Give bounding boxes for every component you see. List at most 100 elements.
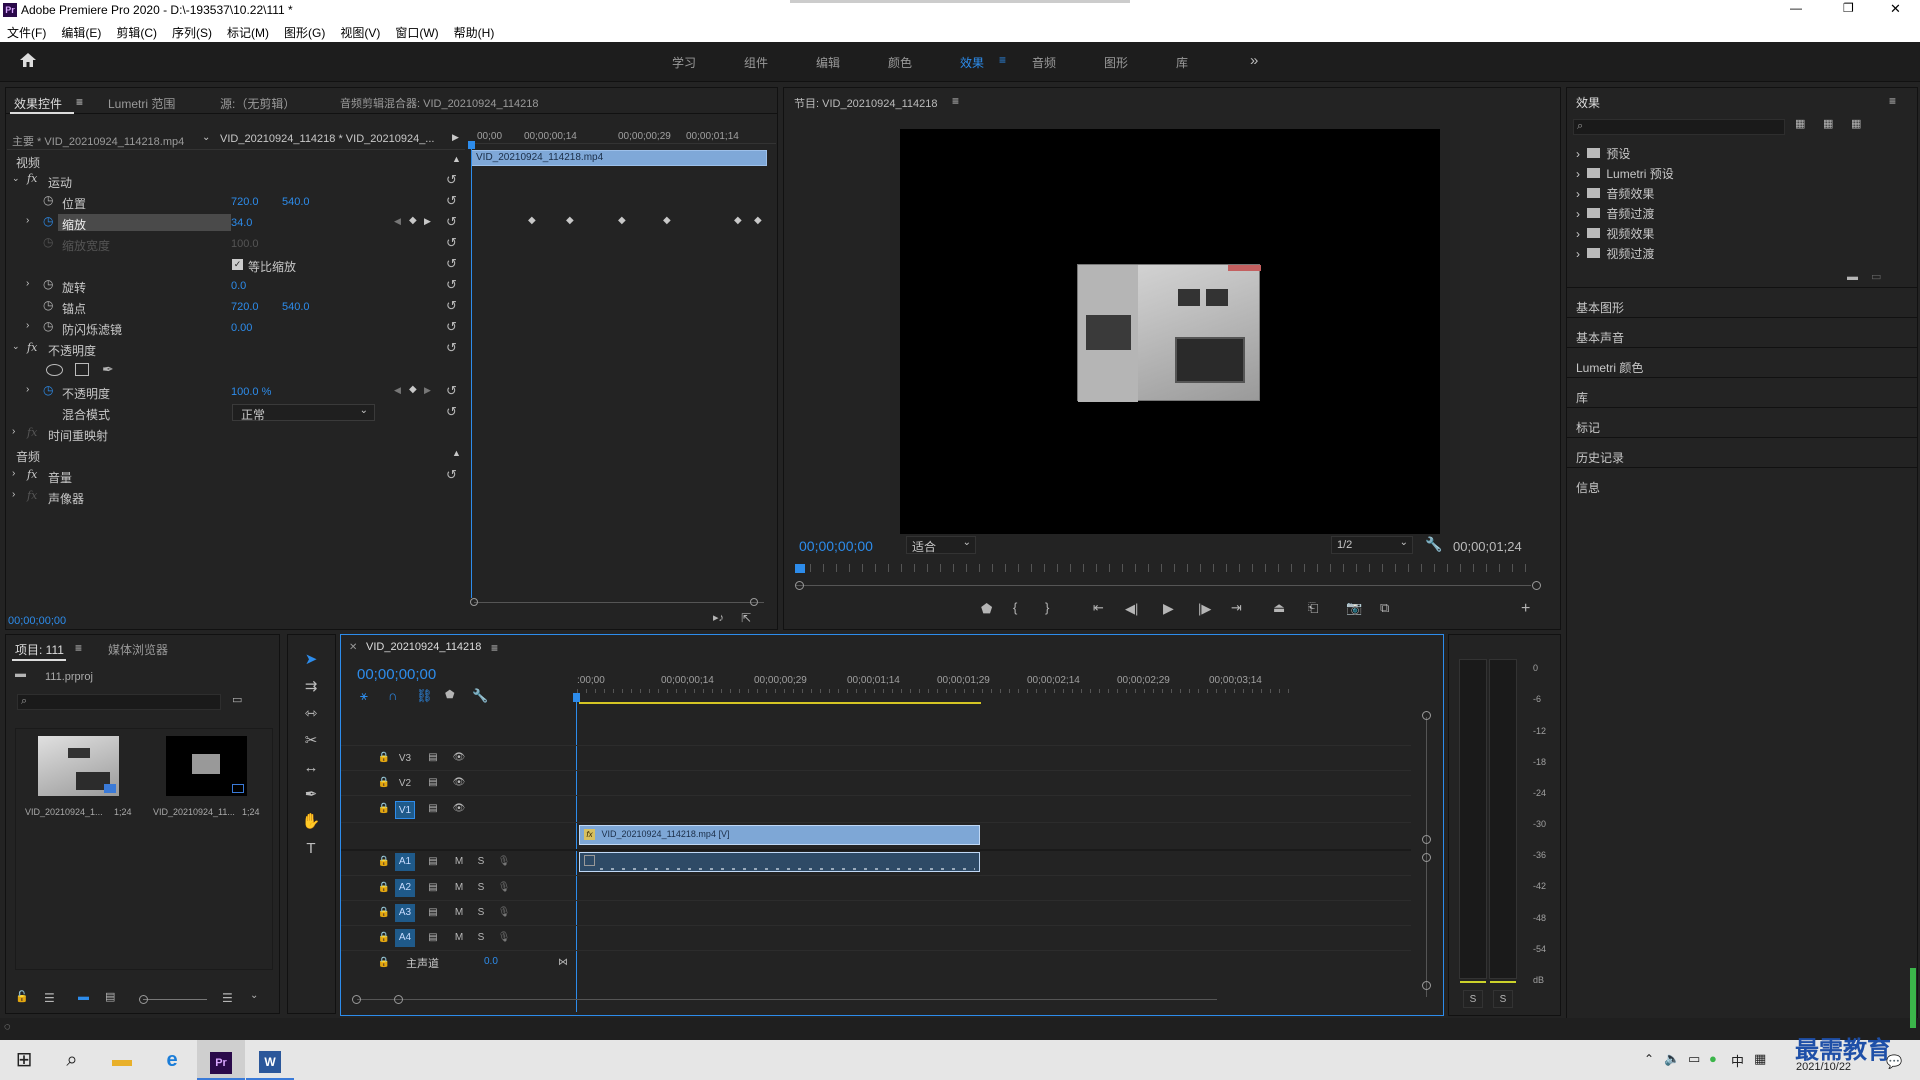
- collapse-icon[interactable]: ▲: [452, 154, 461, 164]
- add-button-icon[interactable]: +: [1521, 601, 1530, 617]
- panel-menu-icon[interactable]: ≡: [952, 94, 959, 108]
- yuv-effects-icon[interactable]: ▦: [1851, 119, 1861, 130]
- pen-tool-icon[interactable]: ✒: [297, 784, 325, 806]
- tree-item-lumetri-presets[interactable]: › Lumetri 预设: [1576, 165, 1674, 182]
- scroll-handle-left[interactable]: [470, 598, 478, 606]
- track-label-a2[interactable]: A2: [395, 879, 415, 897]
- home-icon[interactable]: [18, 51, 38, 69]
- panel-menu-icon[interactable]: ≡: [75, 641, 82, 655]
- menu-sequence[interactable]: 序列(S): [165, 22, 220, 41]
- tree-item-audio-transitions[interactable]: › 音频过渡: [1576, 205, 1654, 222]
- add-keyframe-icon[interactable]: ◆: [409, 215, 417, 226]
- 32bit-effects-icon[interactable]: ▦: [1823, 119, 1833, 130]
- chevron-right-icon[interactable]: ›: [12, 489, 15, 500]
- scroll-handle-bottom[interactable]: [1422, 981, 1431, 990]
- sequence-clip-label[interactable]: VID_20210924_114218 * VID_20210924_...: [220, 133, 434, 145]
- track-label-a4[interactable]: A4: [395, 929, 415, 947]
- chevron-down-icon[interactable]: ⌄: [202, 132, 210, 143]
- scroll-handle-right[interactable]: [1532, 581, 1541, 590]
- scale-value[interactable]: 34.0: [231, 217, 252, 229]
- anchor-x-value[interactable]: 720.0: [231, 301, 259, 313]
- video-clip-v1[interactable]: fx VID_20210924_114218.mp4 [V]: [579, 825, 980, 845]
- keyframe[interactable]: ◆: [566, 215, 574, 226]
- solo-button[interactable]: S: [471, 853, 491, 871]
- slip-tool-icon[interactable]: ↔: [297, 757, 325, 779]
- mic-icon[interactable]: 🎙: [494, 904, 514, 922]
- close-icon[interactable]: ✕: [349, 642, 357, 653]
- flicker-value[interactable]: 0.00: [231, 322, 252, 334]
- scroll-handle-top[interactable]: [1422, 711, 1431, 720]
- position-x-value[interactable]: 720.0: [231, 196, 259, 208]
- sync-lock-icon[interactable]: ▤: [423, 749, 443, 767]
- resolution-select[interactable]: 1/2 ⌄: [1331, 536, 1413, 554]
- stopwatch-icon[interactable]: ◷: [43, 384, 53, 396]
- edge-browser-icon[interactable]: e: [148, 1040, 196, 1080]
- keyframe[interactable]: ◆: [663, 215, 671, 226]
- tree-item-video-effects[interactable]: › 视频效果: [1576, 225, 1654, 242]
- program-title[interactable]: 节目: VID_20210924_114218: [794, 95, 938, 111]
- panel-menu-icon[interactable]: ≡: [1889, 94, 1896, 108]
- position-y-value[interactable]: 540.0: [282, 196, 310, 208]
- track-select-tool-icon[interactable]: ⇉: [297, 676, 325, 698]
- chevron-down-icon[interactable]: ⌄: [12, 341, 20, 352]
- menu-help[interactable]: 帮助(H): [447, 22, 503, 41]
- track-label-a3[interactable]: A3: [395, 904, 415, 922]
- step-back-icon[interactable]: ◀|: [1125, 602, 1138, 615]
- timeline-timecode[interactable]: 00;00;00;00: [357, 666, 436, 683]
- stopwatch-icon[interactable]: ◷: [43, 320, 53, 332]
- collapse-icon[interactable]: ▲: [452, 448, 461, 458]
- wrench-icon[interactable]: 🔧: [1425, 537, 1442, 551]
- fx-icon[interactable]: fx: [27, 468, 37, 481]
- tab-media-browser[interactable]: 媒体浏览器: [108, 641, 168, 658]
- tree-item-presets[interactable]: › 预设: [1576, 145, 1630, 162]
- menu-window[interactable]: 窗口(W): [388, 22, 446, 41]
- master-clip-label[interactable]: 主要 * VID_20210924_114218.mp4: [12, 133, 184, 149]
- fit-select[interactable]: 适合 ⌄: [906, 536, 976, 554]
- freeform-view-icon[interactable]: ▤: [105, 992, 115, 1003]
- lock-icon[interactable]: 🔒: [374, 774, 394, 792]
- menu-edit[interactable]: 编辑(E): [54, 22, 109, 41]
- keyframe[interactable]: ◆: [754, 215, 762, 226]
- tab-source[interactable]: 源:（无剪辑）: [220, 95, 295, 112]
- list-view-icon[interactable]: ☰: [44, 992, 55, 1004]
- workspace-learn[interactable]: 学习: [672, 54, 696, 71]
- lock-icon[interactable]: 🔓: [15, 992, 29, 1003]
- stopwatch-icon[interactable]: ◷: [43, 278, 53, 290]
- mic-icon[interactable]: 🎙: [494, 879, 514, 897]
- workspace-editing[interactable]: 编辑: [816, 54, 840, 71]
- trash-icon[interactable]: ▭: [1871, 272, 1881, 283]
- mute-button[interactable]: M: [449, 929, 469, 947]
- word-taskbar-icon[interactable]: W: [246, 1040, 294, 1080]
- reset-icon[interactable]: ↺: [446, 278, 457, 291]
- fx-icon[interactable]: fx: [27, 341, 37, 354]
- effects-title[interactable]: 效果: [1576, 94, 1600, 111]
- search-icon[interactable]: ⌕: [48, 1040, 96, 1080]
- chevron-right-icon[interactable]: ›: [12, 426, 15, 437]
- workspace-menu-icon[interactable]: ≡: [999, 53, 1006, 67]
- keyframe[interactable]: ◆: [618, 215, 626, 226]
- sync-lock-icon[interactable]: ▤: [423, 774, 443, 792]
- workspace-effects[interactable]: 效果: [960, 54, 984, 71]
- reset-icon[interactable]: ↺: [446, 194, 457, 207]
- maximize-button[interactable]: ❐: [1843, 1, 1854, 15]
- lock-icon[interactable]: 🔒: [374, 800, 394, 818]
- tab-project[interactable]: 项目: 111: [15, 641, 64, 658]
- reset-icon[interactable]: ↺: [446, 236, 457, 249]
- workspace-assembly[interactable]: 组件: [744, 54, 768, 71]
- section-markers[interactable]: 标记: [1576, 419, 1600, 436]
- sync-lock-icon[interactable]: ▤: [423, 879, 443, 897]
- next-keyframe-icon[interactable]: ▶: [424, 216, 431, 227]
- mini-playhead-head[interactable]: [468, 141, 475, 149]
- scroll-handle-left[interactable]: [795, 581, 804, 590]
- tab-audio-clip-mixer[interactable]: 音频剪辑混合器: VID_20210924_114218: [340, 95, 539, 111]
- close-button[interactable]: ✕: [1890, 1, 1901, 17]
- hand-tool-icon[interactable]: ✋: [297, 811, 325, 833]
- lock-icon[interactable]: 🔒: [374, 954, 394, 972]
- sort-icon[interactable]: ☰: [222, 992, 233, 1004]
- mic-icon[interactable]: 🎙: [494, 929, 514, 947]
- track-label-a1[interactable]: A1: [395, 853, 415, 871]
- security-icon[interactable]: ●: [1709, 1051, 1717, 1066]
- menu-marker[interactable]: 标记(M): [220, 22, 277, 41]
- reset-icon[interactable]: ↺: [446, 320, 457, 333]
- keyframe[interactable]: ◆: [734, 215, 742, 226]
